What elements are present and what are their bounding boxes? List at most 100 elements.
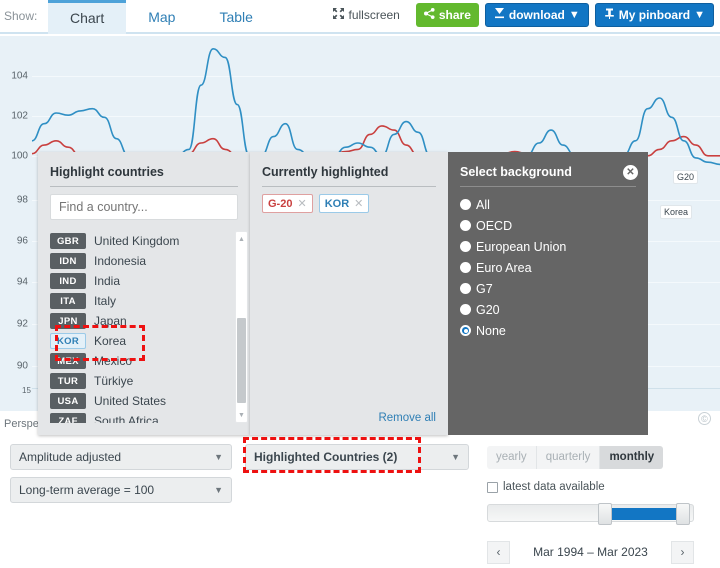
country-search-input[interactable]: [50, 194, 238, 220]
background-option-european-union[interactable]: European Union: [460, 236, 566, 257]
chevron-down-icon: ▼: [694, 8, 705, 21]
remove-all-link[interactable]: Remove all: [378, 412, 436, 424]
latest-data-row[interactable]: latest data available: [487, 481, 605, 493]
country-code-badge[interactable]: GBR: [50, 233, 86, 249]
scrollbar-thumb[interactable]: [237, 318, 246, 403]
country-name: Indonesia: [94, 254, 147, 268]
scroll-down-icon[interactable]: ▼: [236, 409, 247, 421]
country-row-jpn[interactable]: JPN Japan: [50, 311, 238, 331]
frequency-toggle-group: yearly quarterly monthly: [487, 446, 664, 469]
radio-button[interactable]: [460, 220, 471, 231]
country-row-ita[interactable]: ITA Italy: [50, 291, 238, 311]
background-option-g7[interactable]: G7: [460, 278, 566, 299]
chevron-down-icon: ▼: [214, 452, 223, 462]
scroll-up-icon[interactable]: ▲: [236, 233, 247, 245]
download-label: download: [508, 8, 565, 22]
background-option-all[interactable]: All: [460, 194, 566, 215]
radio-button[interactable]: [460, 283, 471, 294]
y-tick: 100: [11, 150, 28, 162]
country-name: Türkiye: [94, 374, 134, 388]
share-button[interactable]: share: [415, 3, 479, 27]
country-row-usa[interactable]: USA United States: [50, 391, 238, 411]
country-code-badge[interactable]: KOR: [50, 333, 86, 349]
frequency-monthly[interactable]: monthly: [600, 446, 664, 469]
radio-label: All: [476, 197, 490, 212]
download-button[interactable]: download ▼: [484, 3, 589, 27]
amplitude-select[interactable]: Amplitude adjusted ▼: [10, 444, 232, 470]
country-name: South Africa: [94, 414, 159, 423]
radio-button[interactable]: [460, 241, 471, 252]
radio-button[interactable]: [460, 325, 471, 336]
tab-chart[interactable]: Chart: [48, 0, 127, 34]
country-row-ind[interactable]: IND India: [50, 271, 238, 291]
country-code-badge[interactable]: IDN: [50, 253, 86, 269]
y-tick: 92: [16, 318, 28, 330]
slider-handle-right[interactable]: [676, 503, 690, 525]
background-option-euro-area[interactable]: Euro Area: [460, 257, 566, 278]
country-row-idn[interactable]: IDN Indonesia: [50, 251, 238, 271]
country-row-kor[interactable]: KOR Korea: [50, 331, 238, 351]
prev-period-button[interactable]: ‹: [487, 540, 510, 564]
series-label-korea: Korea: [660, 205, 693, 219]
chevron-down-icon: ▼: [568, 8, 580, 21]
y-tick: 94: [16, 276, 28, 288]
highlighted-countries-select[interactable]: Highlighted Countries (2) ▼: [245, 444, 469, 470]
latest-data-label: latest data available: [503, 481, 605, 493]
chip-g20[interactable]: G-20 ✕: [262, 194, 313, 213]
country-row-mex[interactable]: MEX Mexico: [50, 351, 238, 371]
pin-icon: [604, 8, 615, 22]
y-tick: 98: [16, 194, 28, 206]
latest-data-checkbox[interactable]: [487, 481, 498, 493]
country-name: India: [94, 274, 121, 288]
y-tick: 102: [11, 110, 28, 122]
radio-button[interactable]: [460, 199, 471, 210]
background-option-none[interactable]: None: [460, 320, 566, 341]
close-icon[interactable]: ✕: [354, 197, 363, 210]
frequency-quarterly[interactable]: quarterly: [536, 446, 601, 469]
close-icon[interactable]: ✕: [623, 165, 638, 180]
country-row-zaf[interactable]: ZAF South Africa: [50, 411, 238, 423]
radio-button[interactable]: [460, 262, 471, 273]
country-list-scrollbar[interactable]: ▲ ▼: [235, 231, 248, 423]
x-tick: 15: [22, 386, 31, 395]
frequency-yearly[interactable]: yearly: [487, 446, 537, 469]
country-code-badge[interactable]: JPN: [50, 313, 86, 329]
longterm-select[interactable]: Long-term average = 100 ▼: [10, 477, 232, 503]
divider: [262, 186, 436, 187]
country-list[interactable]: GBR United Kingdom IDN Indonesia IND India ITA…: [50, 231, 238, 423]
show-label: Show:: [4, 9, 38, 23]
series-label-g20: G20: [673, 170, 699, 184]
radio-label: OECD: [476, 218, 513, 233]
country-code-badge[interactable]: IND: [50, 273, 86, 289]
fullscreen-label: fullscreen: [348, 8, 400, 22]
close-icon[interactable]: ✕: [297, 197, 306, 210]
highlight-panel-title: Highlight countries: [50, 165, 164, 179]
pinboard-button[interactable]: My pinboard ▼: [594, 3, 714, 27]
next-period-button[interactable]: ›: [670, 540, 694, 564]
download-icon: [494, 8, 505, 22]
tab-map[interactable]: Map: [126, 0, 197, 34]
view-tabs: Chart Map Table: [48, 0, 275, 34]
country-row-gbr[interactable]: GBR United Kingdom: [50, 231, 238, 251]
chip-kor[interactable]: KOR ✕: [318, 194, 370, 213]
select-background-panel: Select background ✕ All OECD European Unio…: [448, 152, 648, 435]
radio-button[interactable]: [460, 304, 471, 315]
share-icon: [423, 8, 435, 22]
country-row-tur[interactable]: TUR Türkiye: [50, 371, 238, 391]
country-name: Mexico: [94, 354, 133, 368]
country-code-badge[interactable]: USA: [50, 393, 86, 409]
amplitude-select-value: Amplitude adjusted: [19, 450, 122, 464]
slider-handle-left[interactable]: [598, 503, 612, 525]
country-code-badge[interactable]: ZAF: [50, 413, 86, 423]
background-option-g20[interactable]: G20: [460, 299, 566, 320]
fullscreen-button[interactable]: fullscreen: [325, 3, 409, 27]
tab-table[interactable]: Table: [197, 0, 274, 34]
toolbar-buttons: fullscreen share download ▼ My pinboard: [325, 3, 714, 27]
country-code-badge[interactable]: MEX: [50, 353, 86, 369]
country-code-badge[interactable]: ITA: [50, 293, 86, 309]
background-option-oecd[interactable]: OECD: [460, 215, 566, 236]
radio-label: G7: [476, 281, 493, 296]
date-range-slider[interactable]: [487, 503, 694, 525]
radio-label: None: [476, 323, 506, 338]
country-code-badge[interactable]: TUR: [50, 373, 86, 389]
